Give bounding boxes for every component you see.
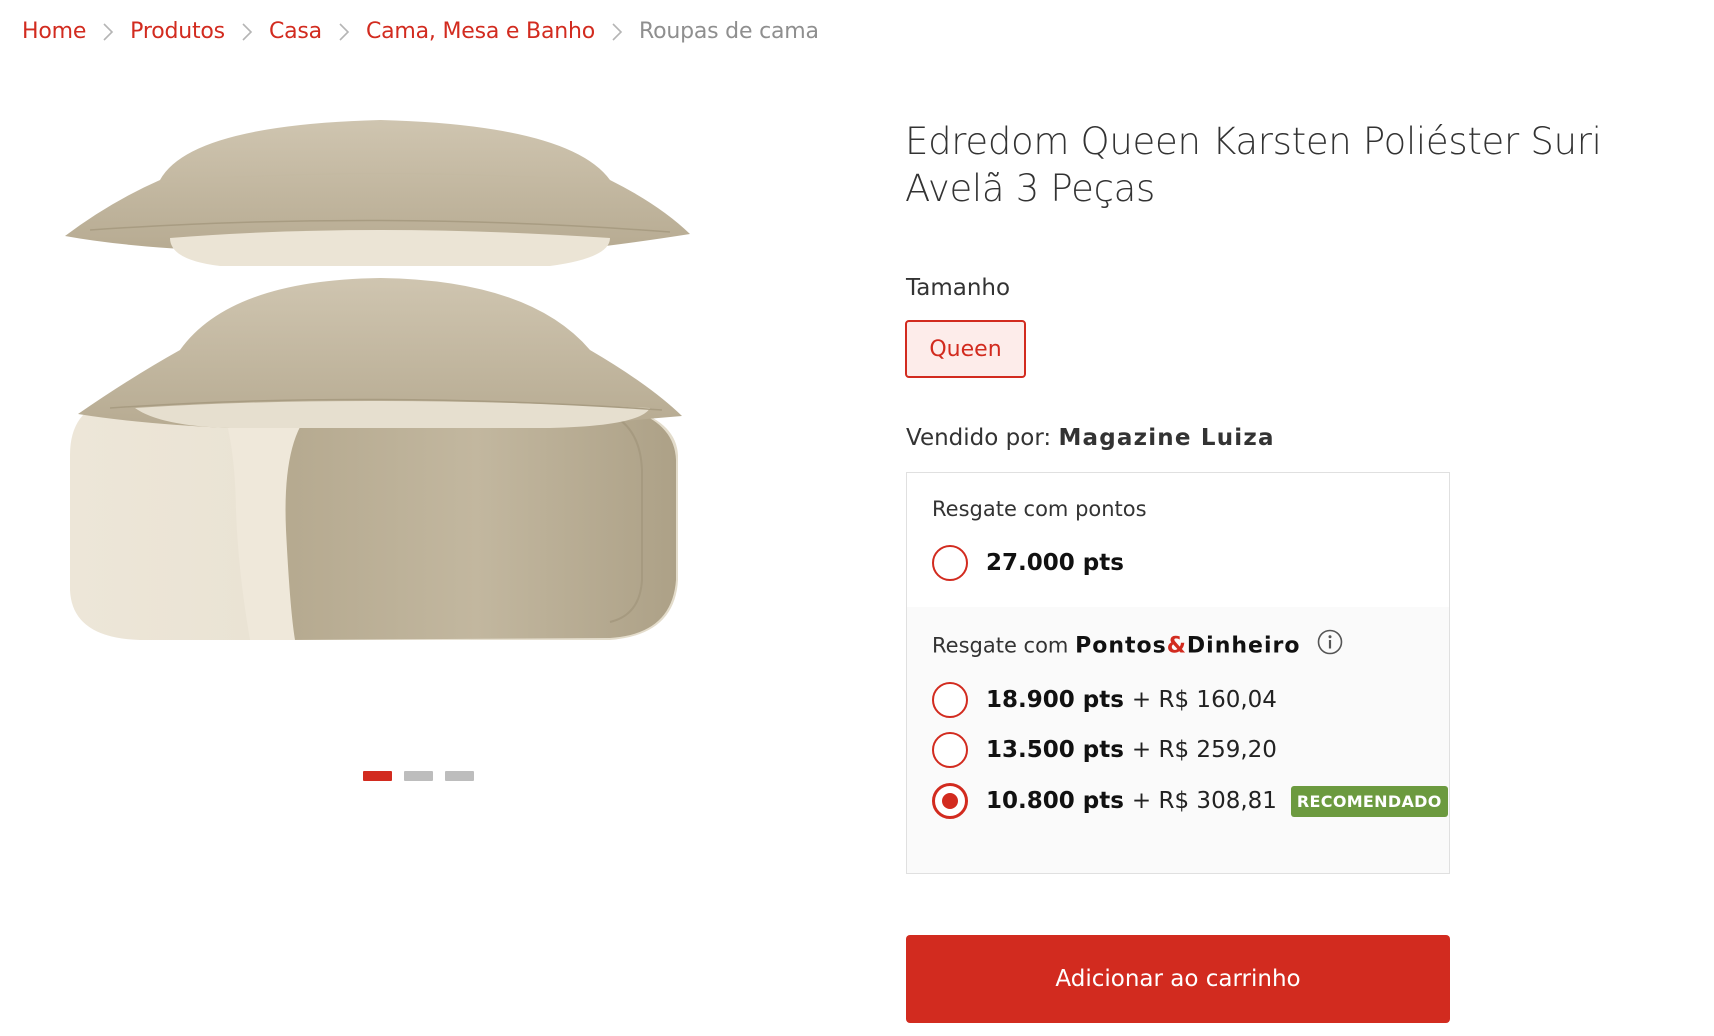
breadcrumb-link-home[interactable]: Home [22, 19, 86, 44]
gallery-pagination [363, 771, 474, 781]
chevron-right-icon [86, 13, 130, 49]
radio-button[interactable] [932, 732, 968, 768]
option-points: 10.800 pts [986, 788, 1124, 814]
breadcrumb-current: Roupas de cama [638, 18, 819, 44]
radio-button[interactable] [932, 545, 968, 581]
product-image[interactable] [50, 110, 710, 670]
info-icon[interactable] [1317, 629, 1343, 660]
radio-button[interactable] [932, 682, 968, 718]
seller-name[interactable]: Magazine Luiza [1058, 425, 1274, 451]
option-money: + R$ 308,81 [1131, 788, 1277, 814]
size-option-queen[interactable]: Queen [905, 320, 1026, 378]
option-points: 13.500 pts [986, 737, 1124, 763]
breadcrumb-link-casa[interactable]: Casa [269, 19, 322, 44]
gallery-dot-1[interactable] [363, 771, 392, 781]
recommended-badge: RECOMENDADO [1290, 785, 1448, 817]
chevron-right-icon [225, 13, 269, 49]
redeem-option-mixed-3[interactable]: 10.800 pts + R$ 308,81 RECOMENDADO [932, 782, 1448, 820]
add-to-cart-button[interactable]: Adicionar ao carrinho [906, 935, 1450, 1023]
breadcrumb-link-cama-mesa-banho[interactable]: Cama, Mesa e Banho [366, 19, 595, 44]
chevron-right-icon [595, 13, 639, 49]
redeem-mixed-heading: Resgate com Pontos&Dinheiro [932, 629, 1343, 662]
option-money: + R$ 259,20 [1131, 737, 1277, 763]
redeem-options: Resgate com pontos 27.000 pts Resgate co… [906, 472, 1450, 874]
gallery-dot-2[interactable] [404, 771, 433, 781]
radio-button-selected[interactable] [932, 783, 968, 819]
option-points: 18.900 pts [986, 687, 1124, 713]
pontos-dinheiro-brand: Pontos&Dinheiro [1075, 633, 1301, 659]
redeem-mixed-section: Resgate com Pontos&Dinheiro 18.900 pts +… [907, 607, 1449, 873]
product-title: Edredom Queen Karsten Poliéster Suri Ave… [905, 120, 1602, 210]
seller-info: Vendido por: Magazine Luiza [906, 425, 1275, 451]
option-money: + R$ 160,04 [1131, 687, 1277, 713]
seller-prefix: Vendido por: [906, 425, 1052, 451]
redeem-points-heading: Resgate com pontos [932, 497, 1147, 521]
gallery-dot-3[interactable] [445, 771, 474, 781]
chevron-right-icon [322, 13, 366, 49]
option-points: 27.000 pts [986, 550, 1124, 576]
redeem-mixed-prefix: Resgate com [932, 633, 1069, 658]
redeem-option-points[interactable]: 27.000 pts [932, 544, 1124, 582]
redeem-option-mixed-1[interactable]: 18.900 pts + R$ 160,04 [932, 681, 1277, 719]
breadcrumb-link-produtos[interactable]: Produtos [130, 19, 225, 44]
breadcrumb: Home Produtos Casa Cama, Mesa e Banho Ro… [22, 13, 819, 49]
redeem-option-mixed-2[interactable]: 13.500 pts + R$ 259,20 [932, 731, 1277, 769]
product-gallery [50, 110, 710, 781]
size-label: Tamanho [906, 275, 1011, 301]
redeem-points-section: Resgate com pontos 27.000 pts [907, 473, 1449, 608]
